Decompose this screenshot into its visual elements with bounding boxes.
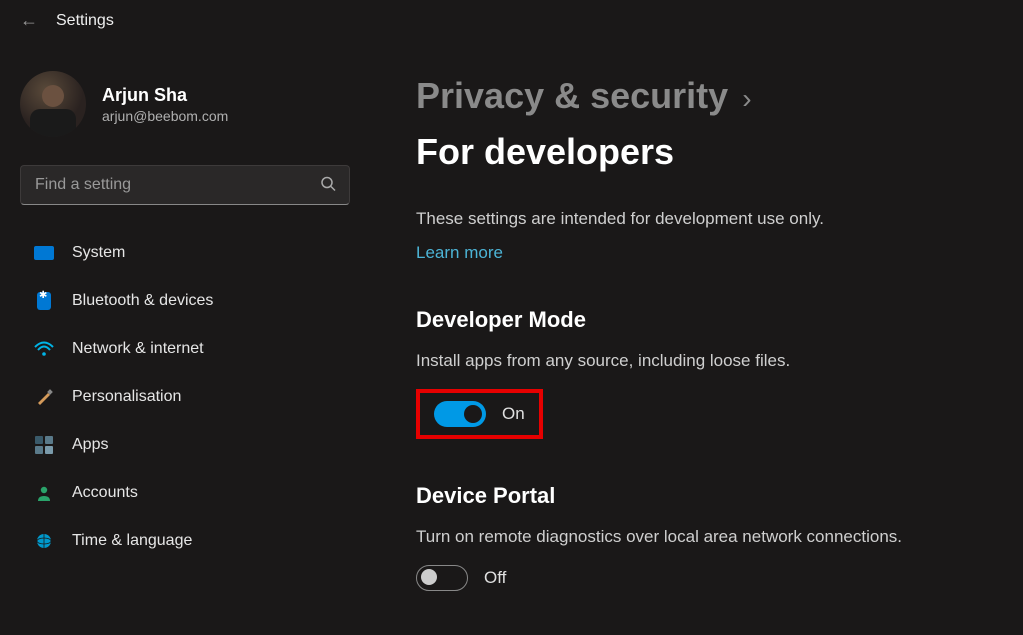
breadcrumb-current: For developers bbox=[416, 131, 674, 173]
sidebar-item-label: Accounts bbox=[72, 484, 138, 502]
page-subtitle: These settings are intended for developm… bbox=[416, 209, 963, 229]
search-icon bbox=[320, 176, 336, 195]
sidebar-item-label: System bbox=[72, 244, 125, 262]
developer-mode-desc: Install apps from any source, including … bbox=[416, 351, 963, 371]
sidebar-item-apps[interactable]: Apps bbox=[20, 423, 350, 467]
device-portal-heading: Device Portal bbox=[416, 483, 963, 509]
wifi-icon bbox=[34, 339, 54, 359]
search-box bbox=[20, 165, 350, 205]
monitor-icon bbox=[34, 243, 54, 263]
toggle-knob bbox=[464, 405, 482, 423]
device-portal-desc: Turn on remote diagnostics over local ar… bbox=[416, 527, 963, 547]
profile-name: Arjun Sha bbox=[102, 85, 228, 106]
developer-mode-toggle[interactable] bbox=[434, 401, 486, 427]
sidebar-item-label: Personalisation bbox=[72, 388, 181, 406]
apps-icon bbox=[34, 435, 54, 455]
app-title: Settings bbox=[56, 12, 114, 30]
nav-list: System Bluetooth & devices Network & int… bbox=[20, 231, 350, 563]
developer-mode-heading: Developer Mode bbox=[416, 307, 963, 333]
learn-more-link[interactable]: Learn more bbox=[416, 243, 503, 263]
sidebar-item-label: Network & internet bbox=[72, 340, 204, 358]
highlight-annotation: On bbox=[416, 389, 543, 439]
sidebar-item-bluetooth[interactable]: Bluetooth & devices bbox=[20, 279, 350, 323]
developer-mode-toggle-label: On bbox=[502, 404, 525, 424]
search-input[interactable] bbox=[20, 165, 350, 205]
avatar bbox=[20, 71, 86, 137]
person-icon bbox=[34, 483, 54, 503]
breadcrumb-parent[interactable]: Privacy & security bbox=[416, 75, 728, 117]
sidebar-item-label: Bluetooth & devices bbox=[72, 292, 213, 310]
toggle-knob bbox=[421, 569, 437, 585]
sidebar-item-network[interactable]: Network & internet bbox=[20, 327, 350, 371]
sidebar-item-accounts[interactable]: Accounts bbox=[20, 471, 350, 515]
sidebar-item-label: Time & language bbox=[72, 532, 192, 550]
sidebar-item-label: Apps bbox=[72, 436, 108, 454]
back-arrow-icon[interactable]: ← bbox=[20, 10, 38, 31]
globe-icon bbox=[34, 531, 54, 551]
main-content: Privacy & security › For developers Thes… bbox=[370, 41, 1023, 635]
device-portal-toggle-label: Off bbox=[484, 568, 506, 588]
paintbrush-icon bbox=[34, 387, 54, 407]
sidebar-item-system[interactable]: System bbox=[20, 231, 350, 275]
bluetooth-icon bbox=[34, 291, 54, 311]
device-portal-toggle[interactable] bbox=[416, 565, 468, 591]
profile-email: arjun@beebom.com bbox=[102, 108, 228, 124]
sidebar-item-time-language[interactable]: Time & language bbox=[20, 519, 350, 563]
chevron-right-icon: › bbox=[742, 83, 751, 115]
sidebar: Arjun Sha arjun@beebom.com System Blueto… bbox=[0, 41, 370, 635]
sidebar-item-personalisation[interactable]: Personalisation bbox=[20, 375, 350, 419]
profile-block[interactable]: Arjun Sha arjun@beebom.com bbox=[20, 71, 350, 137]
breadcrumb: Privacy & security › For developers bbox=[416, 75, 963, 173]
